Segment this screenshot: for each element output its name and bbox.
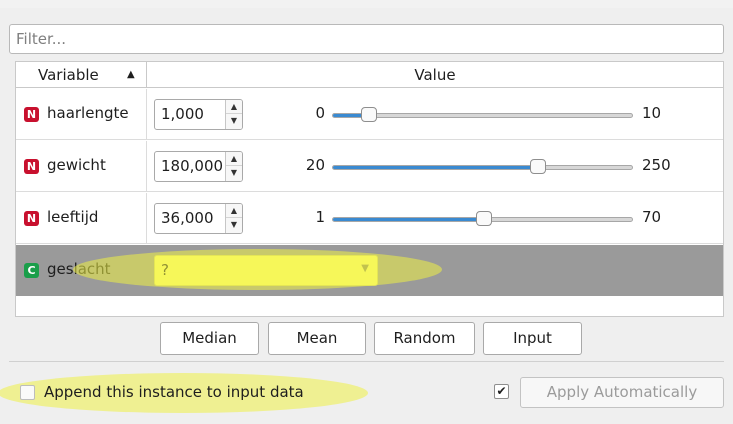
variable-cell: N leeftijd bbox=[16, 193, 147, 244]
slider-handle[interactable] bbox=[530, 159, 546, 174]
table-row[interactable]: N gewicht 180,000 ▲ ▼ 20 250 bbox=[16, 141, 723, 192]
append-checkbox[interactable] bbox=[20, 385, 35, 400]
value-column-header[interactable]: Value bbox=[147, 62, 723, 88]
value-slider[interactable] bbox=[332, 159, 633, 174]
append-label[interactable]: Append this instance to input data bbox=[44, 383, 304, 401]
input-button[interactable]: Input bbox=[483, 322, 582, 355]
numeric-variable-icon: N bbox=[24, 159, 39, 174]
variable-column-header[interactable]: Variable ▲ bbox=[16, 62, 147, 88]
table-row[interactable]: N haarlengte 1,000 ▲ ▼ 0 10 bbox=[16, 89, 723, 140]
value-slider[interactable] bbox=[332, 211, 633, 226]
filter-input[interactable]: Filter... bbox=[9, 24, 724, 54]
variable-header-label: Variable bbox=[38, 66, 99, 84]
spinbox-value[interactable]: 1,000 bbox=[161, 105, 225, 123]
value-spinbox[interactable]: 1,000 ▲ ▼ bbox=[154, 99, 243, 130]
spin-down-icon[interactable]: ▼ bbox=[226, 218, 242, 232]
median-button[interactable]: Median bbox=[160, 322, 259, 355]
slider-min-label: 20 bbox=[305, 156, 325, 174]
spin-up-icon[interactable]: ▲ bbox=[226, 152, 242, 166]
spin-down-icon[interactable]: ▼ bbox=[226, 114, 242, 128]
slider-max-label: 70 bbox=[642, 208, 662, 226]
variables-table: Variable ▲ Value N haarlengte 1,000 ▲ ▼ … bbox=[15, 61, 724, 317]
table-header: Variable ▲ Value bbox=[16, 62, 723, 88]
variable-name: leeftijd bbox=[47, 208, 99, 226]
mean-button[interactable]: Mean bbox=[268, 322, 366, 355]
slider-max-label: 250 bbox=[642, 156, 671, 174]
variable-name: geslacht bbox=[47, 260, 111, 278]
variable-cell: N gewicht bbox=[16, 141, 147, 192]
variable-name: haarlengte bbox=[47, 104, 129, 122]
random-button[interactable]: Random bbox=[374, 322, 475, 355]
button-bar: Median Mean Random Input bbox=[0, 322, 733, 358]
variable-cell: C geslacht bbox=[16, 245, 147, 296]
chevron-down-icon[interactable]: ▼ bbox=[361, 263, 369, 274]
slider-handle[interactable] bbox=[476, 211, 492, 226]
window-top-strip bbox=[0, 0, 733, 8]
spinbox-value[interactable]: 180,000 bbox=[161, 157, 225, 175]
spin-up-icon[interactable]: ▲ bbox=[226, 100, 242, 114]
slider-max-label: 10 bbox=[642, 104, 662, 122]
divider bbox=[9, 361, 724, 362]
slider-fill bbox=[333, 166, 538, 169]
numeric-variable-icon: N bbox=[24, 211, 39, 226]
categorical-variable-icon: C bbox=[24, 263, 39, 278]
apply-automatically-button[interactable]: Apply Automatically bbox=[520, 377, 724, 408]
table-row-selected[interactable]: C geslacht ? ▼ bbox=[16, 245, 723, 296]
value-slider[interactable] bbox=[332, 107, 633, 122]
numeric-variable-icon: N bbox=[24, 107, 39, 122]
variable-name: gewicht bbox=[47, 156, 106, 174]
slider-handle[interactable] bbox=[361, 107, 377, 122]
combobox-value: ? bbox=[161, 261, 169, 279]
value-spinbox[interactable]: 36,000 ▲ ▼ bbox=[154, 203, 243, 234]
spin-up-icon[interactable]: ▲ bbox=[226, 204, 242, 218]
apply-automatically-checkbox[interactable]: ✔ bbox=[494, 384, 509, 399]
table-row[interactable]: N leeftijd 36,000 ▲ ▼ 1 70 bbox=[16, 193, 723, 244]
slider-min-label: 1 bbox=[315, 208, 325, 226]
value-combobox[interactable]: ? ▼ bbox=[154, 255, 378, 286]
slider-min-label: 0 bbox=[315, 104, 325, 122]
value-spinbox[interactable]: 180,000 ▲ ▼ bbox=[154, 151, 243, 182]
slider-fill bbox=[333, 218, 484, 221]
spin-down-icon[interactable]: ▼ bbox=[226, 166, 242, 180]
spinbox-value[interactable]: 36,000 bbox=[161, 209, 225, 227]
sort-ascending-icon: ▲ bbox=[127, 69, 135, 80]
variable-cell: N haarlengte bbox=[16, 89, 147, 140]
